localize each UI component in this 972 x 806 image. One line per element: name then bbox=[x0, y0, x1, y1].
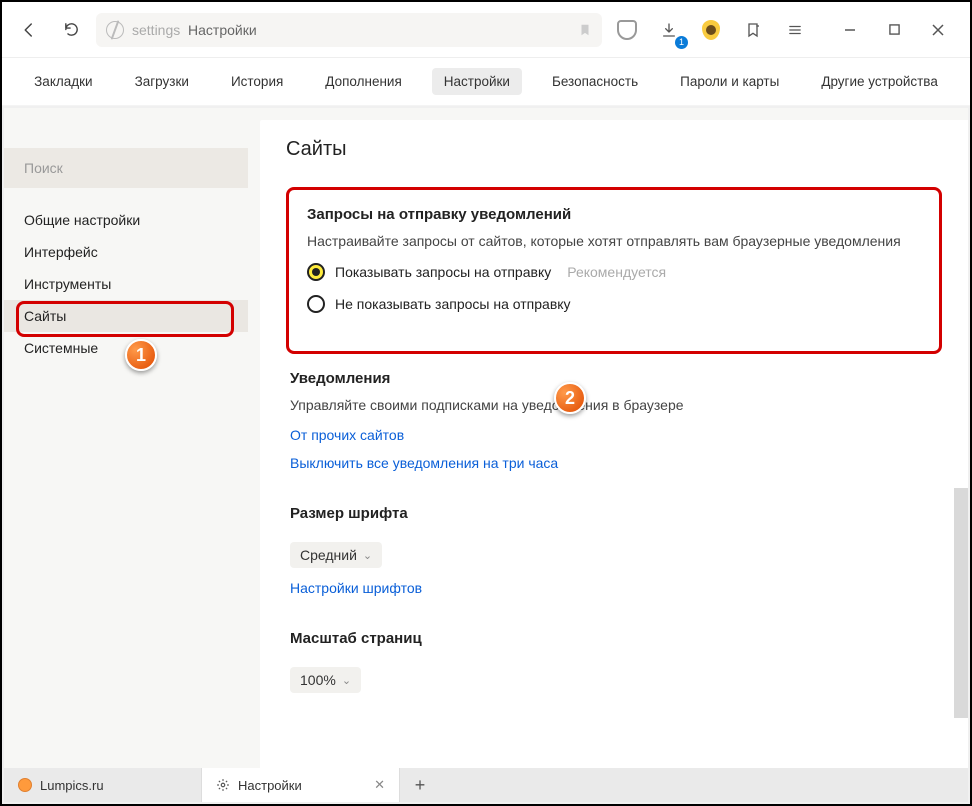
page-scale-heading: Масштаб страниц bbox=[290, 630, 938, 647]
tab-label: Lumpics.ru bbox=[40, 778, 104, 793]
page-scale-select[interactable]: 100% ⌄ bbox=[290, 667, 361, 693]
back-button[interactable] bbox=[12, 13, 46, 47]
window-controls bbox=[828, 13, 960, 47]
sidebar-item-general[interactable]: Общие настройки bbox=[4, 204, 248, 236]
favicon-icon bbox=[18, 778, 32, 792]
link-font-settings[interactable]: Настройки шрифтов bbox=[290, 580, 938, 596]
topnav-bookmarks[interactable]: Закладки bbox=[22, 68, 104, 95]
font-size-select[interactable]: Средний ⌄ bbox=[290, 542, 382, 568]
notifications-heading: Уведомления bbox=[290, 370, 938, 387]
gear-icon bbox=[216, 778, 230, 792]
settings-search-input[interactable]: Поиск bbox=[4, 148, 248, 188]
url-text: settings Настройки bbox=[132, 22, 257, 38]
downloads-button[interactable]: 1 bbox=[652, 13, 686, 47]
notification-requests-section: Запросы на отправку уведомлений Настраив… bbox=[286, 187, 942, 354]
settings-topnav: Закладки Загрузки История Дополнения Нас… bbox=[2, 58, 970, 106]
select-value: 100% bbox=[300, 672, 336, 688]
topnav-passwords[interactable]: Пароли и карты bbox=[668, 68, 791, 95]
tab-lumpics[interactable]: Lumpics.ru bbox=[4, 768, 202, 802]
topnav-downloads[interactable]: Загрузки bbox=[123, 68, 201, 95]
annotation-marker-2: 2 bbox=[554, 382, 586, 414]
chevron-down-icon: ⌄ bbox=[342, 674, 351, 687]
bookmark-toolbar-button[interactable] bbox=[736, 13, 770, 47]
close-icon[interactable]: ✕ bbox=[374, 777, 385, 793]
topnav-settings[interactable]: Настройки bbox=[432, 68, 522, 95]
tab-settings[interactable]: Настройки ✕ bbox=[202, 768, 400, 802]
tab-strip: Lumpics.ru Настройки ✕ + bbox=[4, 768, 968, 802]
zen-icon[interactable] bbox=[610, 13, 644, 47]
bookmark-icon[interactable] bbox=[578, 22, 592, 38]
select-value: Средний bbox=[300, 547, 357, 563]
font-size-heading: Размер шрифта bbox=[290, 505, 938, 522]
menu-button[interactable] bbox=[778, 13, 812, 47]
radio-label: Не показывать запросы на отправку bbox=[335, 296, 571, 312]
address-bar[interactable]: settings Настройки bbox=[96, 13, 602, 47]
scrollbar-vertical[interactable] bbox=[954, 488, 968, 718]
notif-req-heading: Запросы на отправку уведомлений bbox=[307, 206, 921, 223]
new-tab-button[interactable]: + bbox=[400, 768, 440, 802]
notif-req-desc: Настраивайте запросы от сайтов, которые … bbox=[307, 233, 921, 249]
maximize-button[interactable] bbox=[872, 13, 916, 47]
page-title: Сайты bbox=[286, 138, 942, 161]
settings-sidebar: Поиск Общие настройки Интерфейс Инструме… bbox=[4, 108, 248, 768]
sidebar-item-tools[interactable]: Инструменты bbox=[4, 268, 248, 300]
reload-button[interactable] bbox=[54, 13, 88, 47]
notifications-section: Уведомления Управляйте своими подписками… bbox=[286, 370, 942, 471]
radio-hide-requests[interactable]: Не показывать запросы на отправку bbox=[307, 295, 921, 313]
topnav-addons[interactable]: Дополнения bbox=[313, 68, 413, 95]
settings-body: Поиск Общие настройки Интерфейс Инструме… bbox=[4, 108, 968, 768]
topnav-security[interactable]: Безопасность bbox=[540, 68, 650, 95]
link-other-sites[interactable]: От прочих сайтов bbox=[290, 427, 938, 443]
recommended-label: Рекомендуется bbox=[567, 264, 666, 280]
protect-icon[interactable] bbox=[694, 13, 728, 47]
tab-label: Настройки bbox=[238, 778, 302, 793]
browser-toolbar: settings Настройки 1 bbox=[2, 2, 970, 58]
link-mute-3h[interactable]: Выключить все уведомления на три часа bbox=[290, 455, 938, 471]
settings-main: Сайты Запросы на отправку уведомлений На… bbox=[260, 120, 968, 768]
annotation-marker-1: 1 bbox=[125, 339, 157, 371]
notifications-desc: Управляйте своими подписками на уведомле… bbox=[290, 397, 938, 413]
topnav-history[interactable]: История bbox=[219, 68, 295, 95]
radio-icon bbox=[307, 295, 325, 313]
topnav-devices[interactable]: Другие устройства bbox=[809, 68, 950, 95]
sidebar-item-interface[interactable]: Интерфейс bbox=[4, 236, 248, 268]
site-identity-icon bbox=[106, 21, 124, 39]
radio-icon bbox=[307, 263, 325, 281]
downloads-badge: 1 bbox=[675, 36, 688, 49]
chevron-down-icon: ⌄ bbox=[363, 549, 372, 562]
radio-label: Показывать запросы на отправку bbox=[335, 264, 551, 280]
sidebar-item-sites[interactable]: Сайты bbox=[4, 300, 248, 332]
close-button[interactable] bbox=[916, 13, 960, 47]
radio-show-requests[interactable]: Показывать запросы на отправку Рекоменду… bbox=[307, 263, 921, 281]
page-scale-section: Масштаб страниц 100% ⌄ bbox=[286, 630, 942, 693]
font-size-section: Размер шрифта Средний ⌄ Настройки шрифто… bbox=[286, 505, 942, 596]
minimize-button[interactable] bbox=[828, 13, 872, 47]
